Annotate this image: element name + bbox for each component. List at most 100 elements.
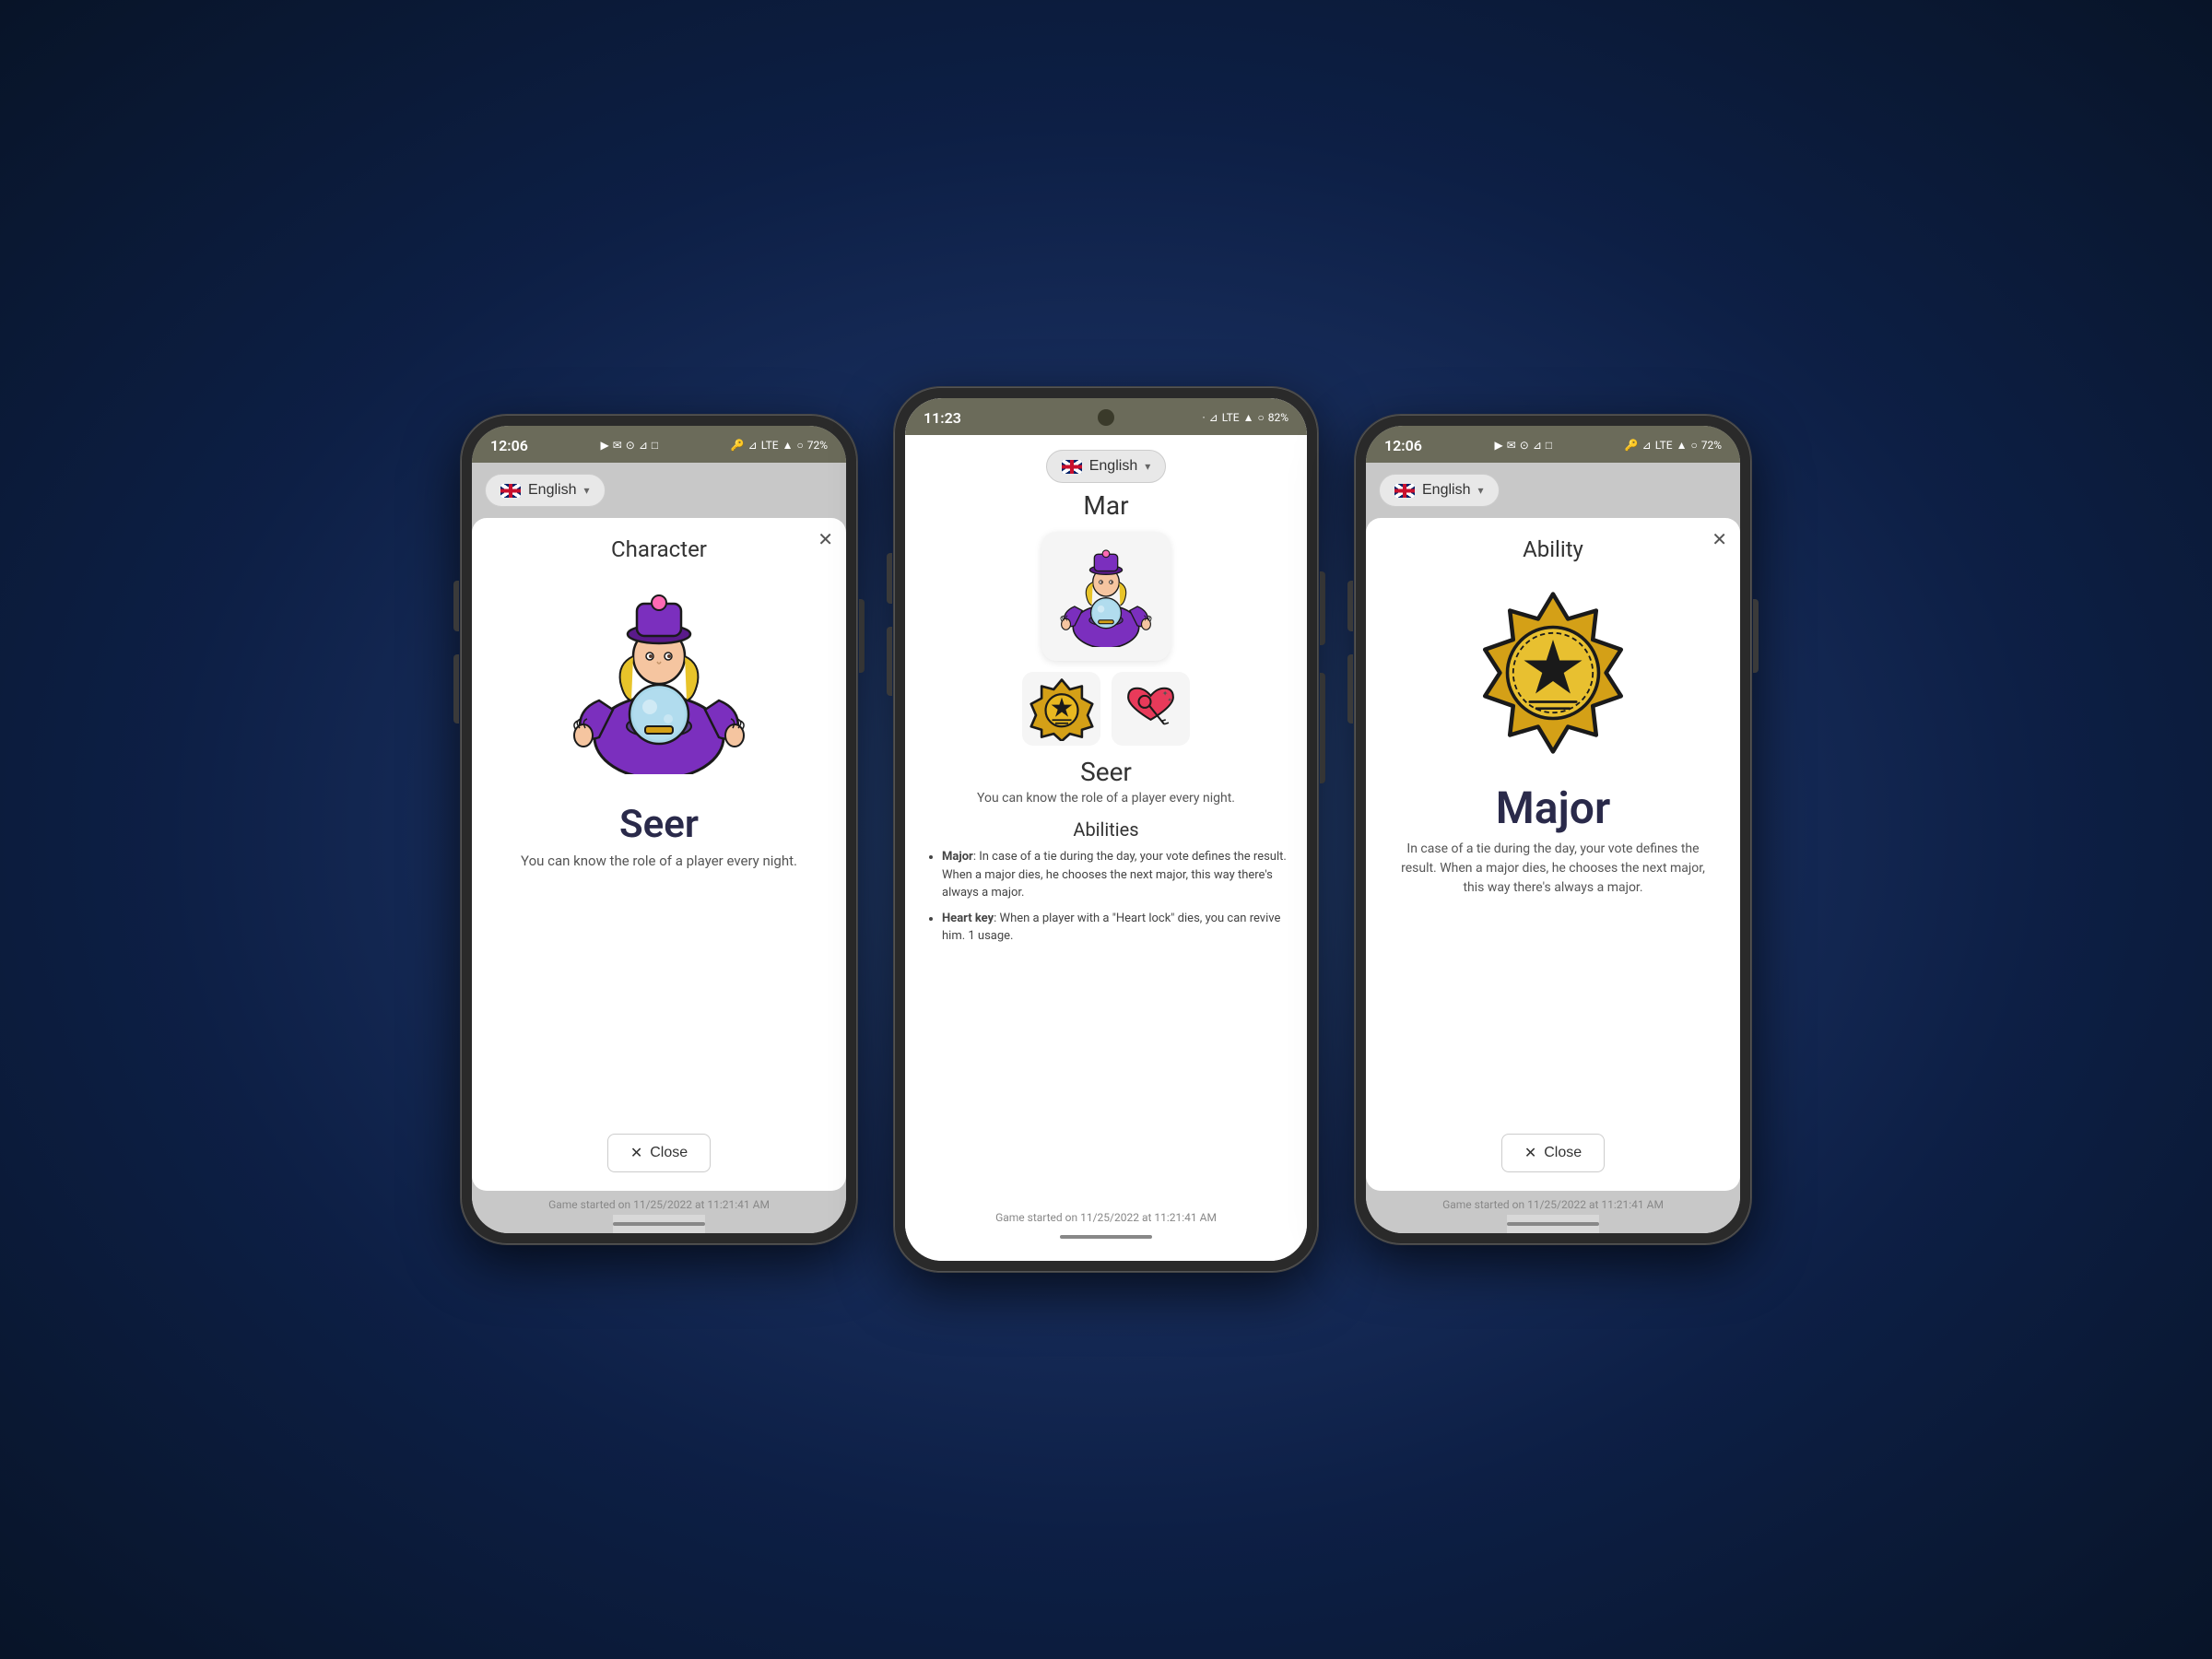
language-btn-2[interactable]: English ▾ bbox=[1046, 450, 1167, 483]
language-label-1: English bbox=[528, 482, 576, 499]
signal-bars: ▲ bbox=[782, 439, 794, 452]
battery-icon-2: ○ bbox=[1257, 411, 1264, 424]
seer-desc: You can know the role of a player every … bbox=[521, 853, 797, 869]
phone2-power bbox=[1320, 571, 1325, 645]
seer-name: Seer bbox=[619, 802, 699, 847]
language-label-2: English bbox=[1089, 458, 1137, 475]
mar-page: English ▾ Mar bbox=[905, 435, 1307, 1261]
close-x-icon: ✕ bbox=[630, 1144, 642, 1162]
chevron-down-icon-3: ▾ bbox=[1477, 484, 1483, 497]
home-indicator-2 bbox=[1060, 1235, 1152, 1239]
modal-close-corner-1[interactable]: ✕ bbox=[818, 531, 833, 549]
signal-bars-2: ▲ bbox=[1243, 411, 1254, 424]
uk-flag-1 bbox=[500, 484, 521, 498]
camera-notch-2 bbox=[1098, 409, 1114, 426]
battery-pct-2: 82% bbox=[1268, 411, 1288, 424]
battery-pct-1: 72% bbox=[807, 439, 828, 452]
signal-bars-3: ▲ bbox=[1677, 439, 1688, 452]
time-3: 12:06 bbox=[1384, 437, 1422, 454]
heartkey-ability-icon: ✦ ✦ bbox=[1112, 672, 1190, 746]
youtube-icon: ▶ bbox=[600, 439, 608, 452]
mail-icon-3: ✉ bbox=[1507, 439, 1516, 452]
time-2: 11:23 bbox=[924, 409, 961, 427]
chevron-down-icon-2: ▾ bbox=[1145, 460, 1150, 473]
status-icons-1: ▶ ✉ ⊙ ⊿ □ bbox=[600, 439, 658, 452]
status-bar-1: 12:06 ▶ ✉ ⊙ ⊿ □ 🔑 ⊿ LTE ▲ ○ 72% bbox=[472, 426, 846, 463]
character-modal: Character ✕ bbox=[472, 518, 846, 1191]
ability-modal: Ability ✕ bbox=[1366, 518, 1740, 1191]
close-button-3[interactable]: ✕ Close bbox=[1501, 1134, 1605, 1172]
extra-icon-3: □ bbox=[1546, 439, 1552, 452]
phone2-extra bbox=[1320, 673, 1325, 783]
key-icon: 🔑 bbox=[731, 439, 745, 452]
phone2-vol-down bbox=[887, 627, 892, 696]
close-button-1[interactable]: ✕ Close bbox=[607, 1134, 711, 1172]
major-ability-desc: In case of a tie during the day, your vo… bbox=[1382, 840, 1724, 898]
footer-2: Game started on 11/25/2022 at 11:21:41 A… bbox=[995, 1204, 1217, 1228]
modal-close-corner-3[interactable]: ✕ bbox=[1712, 531, 1727, 549]
lte-label: LTE bbox=[761, 439, 779, 452]
footer-1: Game started on 11/25/2022 at 11:21:41 A… bbox=[548, 1191, 770, 1215]
phone3-vol-down bbox=[1347, 654, 1353, 724]
phone2-vol-up bbox=[887, 553, 892, 604]
github-icon: ⊙ bbox=[626, 439, 635, 452]
close-x-icon-3: ✕ bbox=[1524, 1144, 1536, 1162]
status-bar-2: 11:23 · ⊿ LTE ▲ ○ 82% bbox=[905, 398, 1307, 435]
major-ability-name: Major bbox=[1496, 782, 1610, 834]
phone1-vol-up bbox=[453, 581, 459, 631]
github-icon-3: ⊙ bbox=[1520, 439, 1529, 452]
lte-label-2: LTE bbox=[1222, 411, 1240, 424]
signal-icon-2: ⊿ bbox=[1209, 411, 1218, 424]
uk-flag-2 bbox=[1062, 460, 1082, 474]
svg-text:✦: ✦ bbox=[1167, 696, 1172, 703]
ability1-desc: In case of a tie during the day, your vo… bbox=[942, 850, 1287, 900]
seer-character-image bbox=[558, 581, 760, 783]
battery-pct-3: 72% bbox=[1701, 439, 1722, 452]
wifi-icon-3: ⊿ bbox=[1533, 439, 1542, 452]
ability-major-item: Major: In case of a tie during the day, … bbox=[942, 848, 1288, 902]
status-right-2: · ⊿ LTE ▲ ○ 82% bbox=[1203, 411, 1288, 424]
phone3-bg: English ▾ Ability ✕ bbox=[1366, 463, 1740, 1233]
phone1-power bbox=[859, 599, 865, 673]
status-bar-3: 12:06 ▶ ✉ ⊙ ⊿ □ 🔑 ⊿ LTE ▲ ○ 72% bbox=[1366, 426, 1740, 463]
key-icon-3: 🔑 bbox=[1625, 439, 1639, 452]
extra-icon: □ bbox=[652, 439, 658, 452]
signal-icon-3: ⊿ bbox=[1642, 439, 1652, 452]
phone3-power bbox=[1753, 599, 1759, 673]
battery-icon-3: ○ bbox=[1690, 439, 1697, 452]
ability-icons-row: ✦ ✦ bbox=[1022, 672, 1190, 746]
modal-title-3: Ability bbox=[1523, 536, 1583, 562]
status-right-3: 🔑 ⊿ LTE ▲ ○ 72% bbox=[1625, 439, 1722, 452]
status-right-1: 🔑 ⊿ LTE ▲ ○ 72% bbox=[731, 439, 828, 452]
signal-icon: ⊿ bbox=[748, 439, 758, 452]
mail-icon: ✉ bbox=[613, 439, 622, 452]
phone3: 12:06 ▶ ✉ ⊙ ⊿ □ 🔑 ⊿ LTE ▲ ○ 72% bbox=[1355, 415, 1751, 1244]
close-label-3: Close bbox=[1544, 1145, 1582, 1161]
phone3-vol-up bbox=[1347, 581, 1353, 631]
battery-icon: ○ bbox=[796, 439, 803, 452]
home-indicator-3 bbox=[1507, 1222, 1599, 1226]
phone1-vol-down bbox=[453, 654, 459, 724]
language-btn-3[interactable]: English ▾ bbox=[1379, 474, 1500, 507]
wifi-icon: ⊿ bbox=[639, 439, 648, 452]
abilities-list: Major: In case of a tie during the day, … bbox=[924, 848, 1288, 953]
phone2: 11:23 · ⊿ LTE ▲ ○ 82% bbox=[894, 387, 1318, 1272]
ability1-name: Major bbox=[942, 850, 973, 864]
youtube-icon-3: ▶ bbox=[1494, 439, 1502, 452]
dot-sep: · bbox=[1203, 411, 1206, 424]
chevron-down-icon-1: ▾ bbox=[583, 484, 589, 497]
footer-3: Game started on 11/25/2022 at 11:21:41 A… bbox=[1442, 1191, 1664, 1215]
seer-role-name: Seer bbox=[1080, 757, 1132, 787]
uk-flag-3 bbox=[1394, 484, 1415, 498]
lte-label-3: LTE bbox=[1655, 439, 1673, 452]
home-bar-1 bbox=[613, 1215, 705, 1233]
status-icons-3: ▶ ✉ ⊙ ⊿ □ bbox=[1494, 439, 1552, 452]
major-badge-image bbox=[1461, 581, 1645, 765]
language-btn-1[interactable]: English ▾ bbox=[485, 474, 606, 507]
home-bar-3 bbox=[1507, 1215, 1599, 1233]
home-bar-2 bbox=[1060, 1228, 1152, 1246]
ability2-desc: When a player with a "Heart lock" dies, … bbox=[942, 912, 1280, 944]
modal-title-1: Character bbox=[611, 536, 707, 562]
major-ability-icon bbox=[1022, 672, 1100, 746]
phone1-bg: English ▾ Character ✕ bbox=[472, 463, 846, 1233]
